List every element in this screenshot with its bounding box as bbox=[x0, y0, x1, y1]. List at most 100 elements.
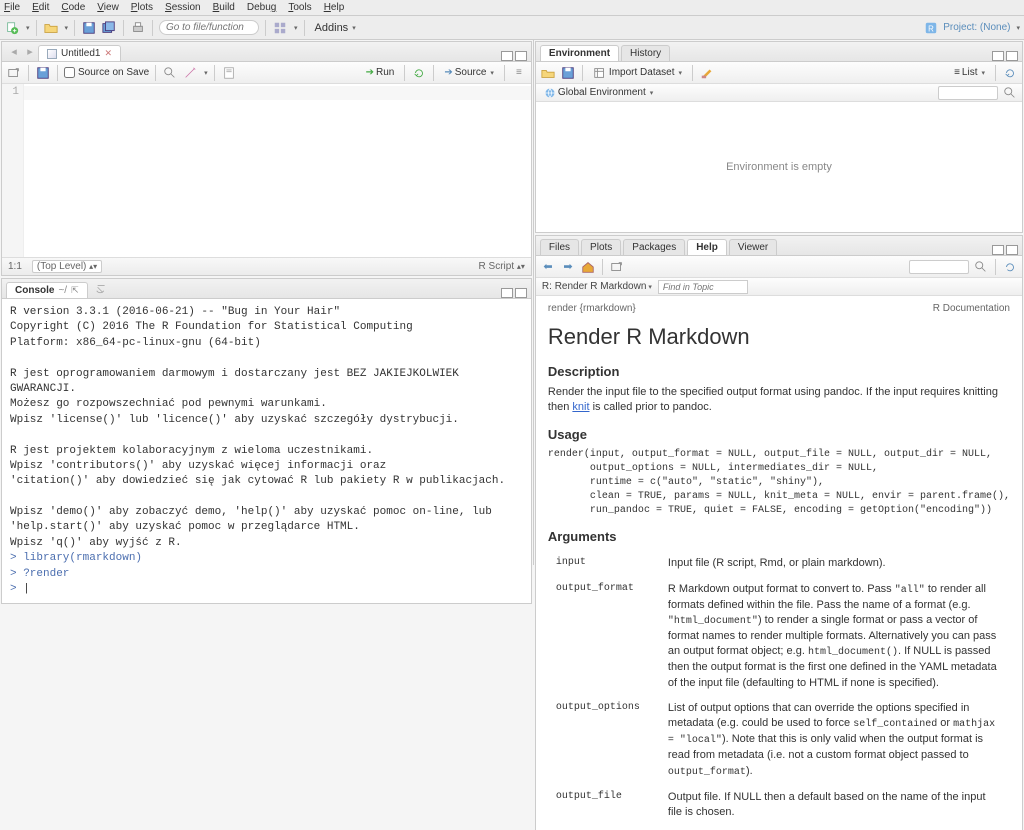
help-home-icon[interactable] bbox=[580, 259, 596, 275]
help-title: Render R Markdown bbox=[548, 322, 1010, 353]
main-toolbar: ▾ ▾ ▾ Addins▾ R Project: (None) ▾ bbox=[0, 16, 1024, 40]
console-output[interactable]: R version 3.3.1 (2016-06-21) -- "Bug in … bbox=[2, 299, 531, 603]
tab-source-untitled[interactable]: Untitled1 ✕ bbox=[38, 45, 121, 61]
source-pane: ◂ ▸ Untitled1 ✕ Source on Save bbox=[1, 41, 532, 276]
tab-plots[interactable]: Plots bbox=[581, 239, 621, 255]
new-file-icon[interactable] bbox=[4, 20, 20, 36]
save-all-icon[interactable] bbox=[101, 20, 117, 36]
tab-files[interactable]: Files bbox=[540, 239, 579, 255]
forward-icon[interactable]: ▸ bbox=[22, 44, 38, 60]
env-search-input[interactable] bbox=[938, 86, 998, 100]
console-popout-icon[interactable]: ⇱ bbox=[71, 285, 79, 296]
open-recent-dropdown[interactable]: ▾ bbox=[65, 24, 69, 32]
help-pkg-label: render {rmarkdown} bbox=[548, 302, 636, 316]
help-breadcrumb: R: Render R Markdown bbox=[542, 281, 646, 292]
menu-session[interactable]: Session bbox=[165, 2, 201, 13]
minimize-pane-icon[interactable] bbox=[501, 288, 513, 298]
console-pane: Console ~/ ⇱ R version 3.3.1 (2016-06-21… bbox=[1, 278, 532, 604]
document-icon bbox=[47, 49, 57, 59]
help-popout-icon[interactable] bbox=[609, 259, 625, 275]
scope-selector[interactable]: (Top Level) ▴▾ bbox=[32, 260, 102, 273]
help-content[interactable]: render {rmarkdown} R Documentation Rende… bbox=[536, 296, 1022, 830]
save-icon[interactable] bbox=[81, 20, 97, 36]
tab-console[interactable]: Console ~/ ⇱ bbox=[6, 282, 88, 298]
tab-label: Untitled1 bbox=[61, 48, 100, 59]
arg-row: output_optionsList of output options tha… bbox=[550, 697, 1008, 784]
search-icon[interactable] bbox=[1002, 85, 1018, 101]
minimize-pane-icon[interactable] bbox=[992, 245, 1004, 255]
grid-icon[interactable] bbox=[272, 20, 288, 36]
maximize-pane-icon[interactable] bbox=[1006, 245, 1018, 255]
help-pane: Files Plots Packages Help Viewer ⬅ ➡ bbox=[535, 235, 1023, 830]
source-on-save-checkbox[interactable]: Source on Save bbox=[64, 67, 149, 78]
arg-row: output_fileOutput file. If NULL then a d… bbox=[550, 786, 1008, 825]
help-description: Render the input file to the specified o… bbox=[548, 385, 1010, 416]
project-label[interactable]: Project: (None) bbox=[943, 22, 1010, 33]
load-workspace-icon[interactable] bbox=[540, 65, 556, 81]
menu-file[interactable]: File bbox=[4, 2, 20, 13]
addins-dropdown[interactable]: Addins▾ bbox=[311, 21, 360, 35]
help-doc-label: R Documentation bbox=[933, 302, 1010, 316]
menu-debug[interactable]: Debug bbox=[247, 2, 276, 13]
menu-plots[interactable]: Plots bbox=[131, 2, 153, 13]
code-editor[interactable]: 1 bbox=[2, 84, 531, 257]
open-file-icon[interactable] bbox=[43, 20, 59, 36]
goto-file-function-input[interactable] bbox=[159, 20, 259, 35]
maximize-pane-icon[interactable] bbox=[515, 288, 527, 298]
print-icon[interactable] bbox=[130, 20, 146, 36]
list-view-dropdown[interactable]: ≡ List▾ bbox=[950, 66, 989, 79]
menu-view[interactable]: View bbox=[97, 2, 119, 13]
scope-dropdown[interactable]: Global Environment▾ bbox=[540, 86, 657, 100]
find-icon[interactable] bbox=[162, 65, 178, 81]
wand-icon[interactable] bbox=[182, 65, 198, 81]
clear-console-icon[interactable] bbox=[94, 281, 110, 297]
tab-packages[interactable]: Packages bbox=[623, 239, 685, 255]
run-button[interactable]: ➔Run bbox=[362, 66, 399, 79]
help-args-table: inputInput file (R script, Rmd, or plain… bbox=[548, 550, 1010, 827]
knit-link[interactable]: knit bbox=[572, 401, 589, 413]
svg-text:R: R bbox=[928, 24, 934, 33]
tab-viewer[interactable]: Viewer bbox=[729, 239, 777, 255]
script-type[interactable]: R Script bbox=[479, 261, 515, 272]
menu-code[interactable]: Code bbox=[61, 2, 85, 13]
search-icon[interactable] bbox=[973, 259, 989, 275]
help-back-icon[interactable]: ⬅ bbox=[540, 259, 556, 275]
refresh-icon[interactable] bbox=[1002, 259, 1018, 275]
tab-help[interactable]: Help bbox=[687, 239, 727, 255]
tab-close-icon[interactable]: ✕ bbox=[104, 48, 112, 59]
env-empty-message: Environment is empty bbox=[536, 102, 1022, 232]
save-workspace-icon[interactable] bbox=[560, 65, 576, 81]
popout-icon[interactable] bbox=[6, 65, 22, 81]
tab-environment[interactable]: Environment bbox=[540, 45, 619, 61]
save-doc-icon[interactable] bbox=[35, 65, 51, 81]
menu-build[interactable]: Build bbox=[213, 2, 235, 13]
outline-icon[interactable]: ≡ bbox=[511, 65, 527, 81]
environment-pane: Environment History Import Dataset▾ ≡ Li… bbox=[535, 41, 1023, 233]
source-button[interactable]: ➔Source▾ bbox=[440, 66, 498, 79]
report-icon[interactable] bbox=[221, 65, 237, 81]
rerun-icon[interactable] bbox=[411, 65, 427, 81]
minimize-pane-icon[interactable] bbox=[992, 51, 1004, 61]
minimize-pane-icon[interactable] bbox=[501, 51, 513, 61]
clear-workspace-icon[interactable] bbox=[699, 65, 715, 81]
maximize-pane-icon[interactable] bbox=[1006, 51, 1018, 61]
cursor-position: 1:1 bbox=[8, 261, 22, 272]
import-dataset-dropdown[interactable]: Import Dataset▾ bbox=[589, 65, 686, 81]
maximize-pane-icon[interactable] bbox=[515, 51, 527, 61]
arg-row: output_formatR Markdown output format to… bbox=[550, 578, 1008, 696]
help-args-heading: Arguments bbox=[548, 528, 1010, 546]
new-file-dropdown[interactable]: ▾ bbox=[26, 24, 30, 32]
menu-edit[interactable]: Edit bbox=[32, 2, 49, 13]
find-in-topic-input[interactable] bbox=[658, 280, 748, 294]
main-menubar: File Edit Code View Plots Session Build … bbox=[0, 0, 1024, 16]
arg-row: inputInput file (R script, Rmd, or plain… bbox=[550, 552, 1008, 575]
help-search-input[interactable] bbox=[909, 260, 969, 274]
refresh-icon[interactable] bbox=[1002, 65, 1018, 81]
menu-tools[interactable]: Tools bbox=[288, 2, 311, 13]
help-forward-icon[interactable]: ➡ bbox=[560, 259, 576, 275]
back-icon[interactable]: ◂ bbox=[6, 44, 22, 60]
menu-help[interactable]: Help bbox=[324, 2, 345, 13]
help-desc-heading: Description bbox=[548, 363, 1010, 381]
tab-history[interactable]: History bbox=[621, 45, 670, 61]
project-icon: R bbox=[923, 20, 939, 36]
